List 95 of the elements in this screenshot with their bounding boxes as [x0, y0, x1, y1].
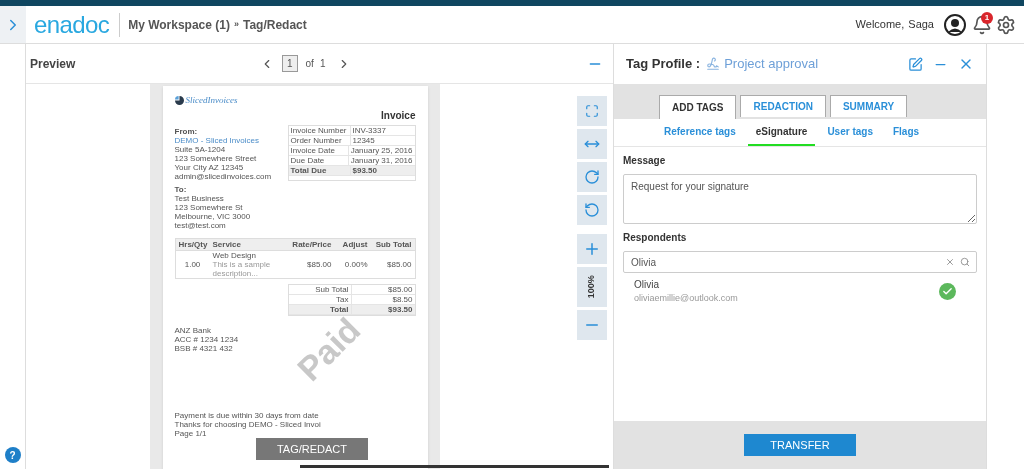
subtab[interactable]: Flags	[884, 124, 928, 146]
to-line: Melbourne, VIC 3000	[174, 211, 252, 221]
total-value: $85.00	[387, 284, 414, 294]
breadcrumb-link[interactable]: My Workspace (1)	[128, 15, 230, 34]
brand-logo: SlicedInvoices	[185, 94, 238, 107]
from-line: Your City AZ 12345	[174, 162, 244, 172]
total-label: Sub Total	[288, 284, 352, 294]
total-value: $8.50	[391, 294, 414, 304]
info-label: Due Date	[288, 155, 349, 165]
to-label: To:	[174, 184, 188, 194]
info-value: INV-3337	[351, 125, 387, 135]
from-label: From:	[174, 126, 199, 136]
expand-icon[interactable]	[585, 104, 599, 118]
info-value: $93.50	[351, 165, 378, 175]
table-cell-text: Web Design	[212, 250, 256, 260]
avatar-icon[interactable]	[944, 13, 966, 36]
respondent-item[interactable]: Olivia oliviaemillie@outlook.com	[623, 277, 977, 306]
breadcrumb-separator: »	[233, 17, 239, 31]
breadcrumb-current: Tag/Redact	[242, 16, 307, 34]
from-line: 123 Somewhere Street	[174, 153, 258, 163]
subtab[interactable]: eSignature	[747, 124, 816, 146]
footer-line: Thanks for choosing DEMO - Sliced Invoi	[174, 420, 321, 429]
respondent-name: Olivia	[634, 278, 660, 292]
subtab[interactable]: User tags	[819, 124, 881, 146]
rotate-left-button[interactable]	[577, 195, 607, 225]
plus-icon[interactable]	[583, 240, 601, 258]
rotate-clockwise-icon[interactable]	[584, 169, 600, 185]
zoom-out-button[interactable]	[577, 310, 607, 340]
respondents-label: Respondents	[623, 231, 688, 245]
enadoc-logo[interactable]: enadoc	[34, 6, 110, 43]
total-label: Tax	[288, 294, 352, 304]
rotate-counterclockwise-icon[interactable]	[584, 202, 600, 218]
info-label: Order Number	[288, 135, 351, 145]
welcome-text: Welcome,	[855, 17, 905, 33]
info-value: 12345	[351, 135, 376, 145]
page-total: 1	[319, 57, 326, 71]
to-line: 123 Somewhere St	[174, 202, 244, 212]
total-label: Total	[288, 304, 352, 314]
info-label: Invoice Date	[288, 145, 349, 155]
item-description: This is a sample description...	[212, 259, 272, 278]
to-line: test@test.com	[174, 220, 227, 230]
from-line: admin@slicedinvoices.com	[174, 171, 272, 181]
footer-line: Payment is due within 30 days from date	[174, 411, 319, 420]
tab[interactable]: REDACTION	[740, 95, 826, 117]
column-header: Adjust	[341, 238, 369, 250]
help-icon[interactable]: ?	[4, 447, 21, 463]
fit-page-button[interactable]	[577, 96, 607, 126]
page-of-label: of	[305, 57, 314, 71]
checkmark-icon[interactable]	[939, 282, 956, 300]
settings-icon[interactable]	[996, 14, 1016, 35]
info-value: January 31, 2016	[349, 155, 414, 165]
table-cell-text: $85.00	[386, 259, 413, 269]
total-value: $93.50	[387, 304, 414, 314]
notification-bell-icon[interactable]	[972, 14, 992, 35]
preview-title: Preview	[30, 55, 77, 73]
column-header: Service	[211, 238, 242, 250]
bank-line: BSB # 4321 432	[174, 343, 234, 353]
respondent-search-field[interactable]: Olivia	[623, 251, 977, 273]
column-header: Rate/Price	[291, 238, 333, 250]
search-icon[interactable]	[960, 257, 970, 267]
to-line: Test Business	[174, 193, 225, 203]
table-cell-text: 1.00	[183, 259, 202, 269]
clear-icon[interactable]	[945, 257, 955, 267]
notification-badge: 1	[981, 11, 993, 24]
sidebar-toggle[interactable]	[0, 6, 26, 43]
info-value: January 25, 2016	[349, 145, 414, 155]
respondent-email: oliviaemillie@outlook.com	[634, 292, 739, 305]
rotate-right-button[interactable]	[577, 162, 607, 192]
info-label: Invoice Number	[288, 125, 351, 135]
column-header: Hrs/Qty	[177, 238, 209, 250]
edit-icon[interactable]	[908, 56, 923, 72]
subtab[interactable]: Reference tags	[656, 124, 744, 146]
tab[interactable]: ADD TAGS	[659, 95, 737, 119]
from-line: Suite 5A-1204	[174, 144, 227, 154]
profile-name: Project approval	[724, 55, 819, 74]
table-cell-text: 0.00%	[343, 259, 369, 269]
fit-width-button[interactable]	[577, 129, 607, 159]
pie-logo-icon	[174, 96, 184, 106]
zoom-in-button[interactable]	[577, 234, 607, 264]
tag-profile-label: Tag Profile :	[626, 55, 701, 74]
user-name: Saga	[908, 17, 934, 33]
message-label: Message	[623, 154, 667, 168]
column-header: Sub Total	[374, 238, 413, 250]
tab[interactable]: SUMMARY	[829, 95, 908, 117]
invoice-title: Invoice	[381, 108, 416, 123]
signature-icon	[706, 57, 721, 71]
footer-line: Page 1/1	[174, 429, 207, 438]
info-label: Total Due	[288, 165, 351, 175]
page-number-field[interactable]: 1	[282, 55, 298, 72]
zoom-level: 100%	[577, 267, 607, 307]
from-link[interactable]: DEMO - Sliced Invoices	[174, 135, 272, 145]
tag-redact-button[interactable]: TAG/REDACT	[256, 438, 368, 460]
table-cell-text: $85.00	[306, 259, 333, 269]
message-field[interactable]: Request for your signature	[623, 174, 977, 224]
transfer-button[interactable]: TRANSFER	[744, 434, 856, 456]
